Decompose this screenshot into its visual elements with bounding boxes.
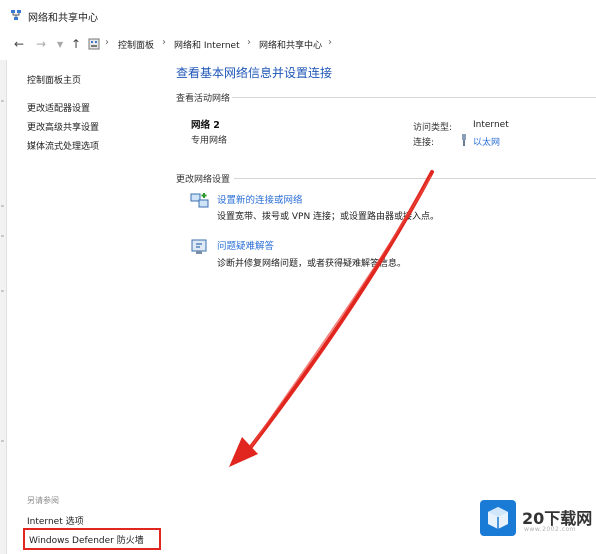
arrow-left-icon[interactable]: ← [14,37,24,51]
edge-mark [1,440,4,442]
watermark-logo-icon [480,500,516,536]
breadcrumb-separator: › [105,37,109,48]
edge-mark [1,205,4,207]
active-networks-heading: 查看活动网络 [176,94,231,104]
troubleshoot-link[interactable]: 问题疑难解答 [217,238,274,252]
network-name: 网络 2 [191,120,220,131]
left-window-edge [0,60,7,554]
breadcrumb-control-panel[interactable]: 控制面板 [118,38,154,51]
see-also-heading: 另请参阅 [27,496,59,505]
see-also-windows-defender-firewall[interactable]: Windows Defender 防火墙 [29,533,144,546]
setup-new-connection-desc: 设置宽带、拨号或 VPN 连接；或设置路由器或接入点。 [217,212,440,222]
breadcrumb-separator: › [162,37,166,48]
arrow-up-icon[interactable]: ↑ [71,37,81,51]
cube-icon [488,507,508,529]
sidebar-item-media-streaming[interactable]: 媒体流式处理选项 [27,139,99,152]
window-title: 网络和共享中心 [28,13,98,24]
breadcrumb-separator: › [328,37,332,48]
network-center-icon [11,10,21,20]
sidebar-item-advanced-sharing[interactable]: 更改高级共享设置 [27,120,99,133]
edge-mark [1,235,4,237]
troubleshoot-desc: 诊断并修复网络问题，或者获得疑难解答信息。 [217,259,407,269]
edge-mark [1,100,4,102]
breadcrumb-network-sharing-center[interactable]: 网络和共享中心 [259,38,322,51]
ethernet-icon [462,134,466,146]
access-type-label: 访问类型: [413,123,453,133]
new-connection-icon [190,193,209,208]
section-divider [234,178,596,179]
section-divider [232,97,596,98]
control-panel-icon [88,38,100,50]
edge-mark [1,290,4,292]
see-also-internet-options[interactable]: Internet 选项 [27,514,84,527]
breadcrumb-separator: › [247,37,251,48]
breadcrumb-network-internet[interactable]: 网络和 Internet [174,38,240,51]
connections-label: 连接: [413,138,435,148]
arrow-right-icon[interactable]: → [36,37,46,51]
change-network-settings-heading: 更改网络设置 [176,175,231,185]
access-type-value: Internet [473,120,509,130]
chevron-down-icon[interactable]: ▼ [57,40,63,49]
watermark-url: www.2002.com [524,526,577,533]
setup-new-connection-link[interactable]: 设置新的连接或网络 [217,192,303,206]
page-title: 查看基本网络信息并设置连接 [176,66,333,80]
troubleshoot-icon [191,239,207,254]
network-type-link[interactable]: 专用网络 [191,133,227,146]
title-bar: 网络和共享中心 [0,0,596,30]
annotation-arrow [229,170,434,467]
ethernet-link[interactable]: 以太网 [473,135,500,148]
sidebar-item-change-adapter[interactable]: 更改适配器设置 [27,101,90,114]
sidebar-home-link[interactable]: 控制面板主页 [27,73,81,86]
